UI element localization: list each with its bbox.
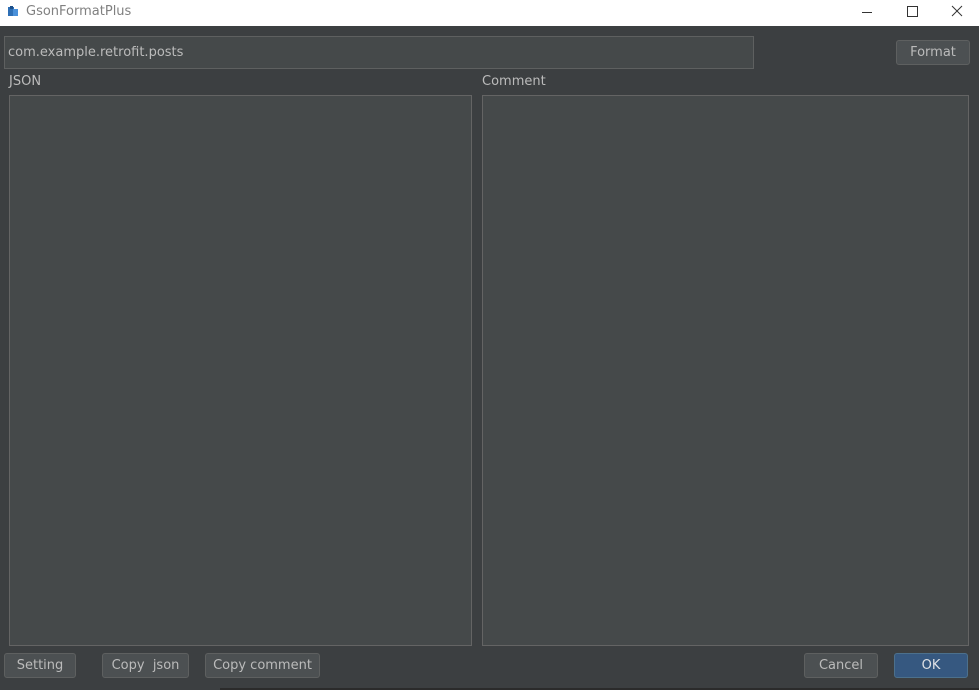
gsonformat-app-icon (8, 6, 18, 16)
minimize-button[interactable] (844, 0, 890, 26)
window-title: GsonFormatPlus (26, 4, 132, 19)
maximize-button[interactable] (889, 0, 935, 26)
json-textarea[interactable] (9, 95, 472, 646)
format-button[interactable]: Format (896, 40, 970, 65)
cancel-button[interactable]: Cancel (804, 653, 878, 678)
comment-textarea[interactable] (482, 95, 969, 646)
copy-json-button[interactable]: Copy json (102, 653, 189, 678)
ok-button[interactable]: OK (894, 653, 968, 678)
json-label: JSON (9, 74, 42, 89)
close-icon (951, 5, 963, 17)
copy-comment-button[interactable]: Copy comment (205, 653, 320, 678)
comment-label: Comment (482, 74, 546, 89)
minimize-icon (862, 12, 872, 13)
setting-button[interactable]: Setting (4, 653, 76, 678)
maximize-icon (907, 6, 918, 17)
close-button[interactable] (934, 0, 979, 26)
package-name-input[interactable] (4, 36, 754, 69)
title-bar: GsonFormatPlus (0, 0, 979, 26)
